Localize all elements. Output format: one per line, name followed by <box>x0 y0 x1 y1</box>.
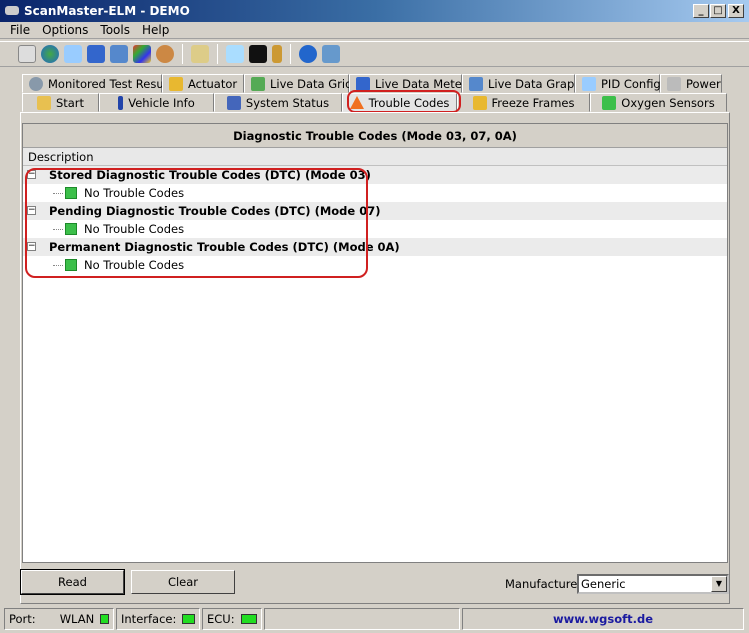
read-button[interactable]: Read <box>20 569 125 595</box>
graph-icon <box>469 76 483 91</box>
menu-tools[interactable]: Tools <box>94 22 136 38</box>
clear-button[interactable]: Clear <box>131 570 235 594</box>
manufacturer-label: Manufacturer <box>505 577 583 591</box>
tab-vehicle-info[interactable]: Vehicle Info <box>99 93 214 112</box>
highlight-annotation <box>25 168 368 278</box>
meter-icon <box>356 76 370 91</box>
close-button[interactable]: X <box>728 4 744 18</box>
sensor-icon <box>602 95 617 110</box>
status-bar: Port: WLAN Interface: ECU: www.wgsoft.de <box>4 608 746 630</box>
menu-options[interactable]: Options <box>36 22 94 38</box>
pid-config-icon <box>582 76 596 91</box>
window-title: ScanMaster-ELM - DEMO <box>24 4 190 18</box>
info-icon <box>118 95 124 110</box>
separator <box>182 44 183 64</box>
minimize-button[interactable]: _ <box>693 4 709 18</box>
tab-monitored-test-results[interactable]: Monitored Test Results <box>22 74 177 93</box>
maximize-button[interactable]: □ <box>710 4 726 18</box>
grid-icon <box>251 76 265 91</box>
title-bar: ScanMaster-ELM - DEMO <box>0 0 749 22</box>
actuator-icon <box>169 76 183 91</box>
website-link[interactable]: www.wgsoft.de <box>462 608 744 630</box>
tab-actuator[interactable]: Actuator <box>162 74 244 93</box>
tab-oxygen-sensors[interactable]: Oxygen Sensors <box>590 93 727 112</box>
ecu-led <box>240 614 257 624</box>
status-interface: Interface: <box>116 608 200 630</box>
chip-icon <box>667 76 681 91</box>
windows-flag-icon[interactable] <box>133 45 151 63</box>
world-icon[interactable] <box>41 45 59 63</box>
status-port: Port: WLAN <box>4 608 114 630</box>
tab-highlight-annotation <box>347 90 461 113</box>
menu-bar: File Options Tools Help <box>0 22 749 39</box>
search-window-icon[interactable] <box>226 45 244 63</box>
menu-help[interactable]: Help <box>136 22 175 38</box>
person-icon[interactable] <box>156 45 174 63</box>
separator <box>217 44 218 64</box>
port-led <box>100 614 109 624</box>
tab-system-status[interactable]: System Status <box>214 93 342 112</box>
checklist-icon <box>226 95 241 110</box>
interface-led <box>182 614 195 624</box>
tab-live-data-graph[interactable]: Live Data Graph <box>462 74 582 93</box>
freeze-frame-icon <box>472 95 487 110</box>
app-icon <box>5 6 19 15</box>
graph-icon[interactable] <box>110 45 128 63</box>
separator <box>290 44 291 64</box>
exit-icon[interactable] <box>322 45 340 63</box>
dropdown-arrow-icon[interactable]: ▼ <box>711 576 727 592</box>
clipboard-icon[interactable] <box>191 45 209 63</box>
toolbar <box>0 41 749 67</box>
tab-pid-config[interactable]: PID Config <box>575 74 661 93</box>
info-icon[interactable] <box>299 45 317 63</box>
pid-doc-icon[interactable] <box>64 45 82 63</box>
tab-live-data-grid[interactable]: Live Data Grid <box>244 74 352 93</box>
panel-title: Diagnostic Trouble Codes (Mode 03, 07, 0… <box>23 124 727 148</box>
column-header-description[interactable]: Description <box>23 148 727 166</box>
status-empty <box>264 608 460 630</box>
grid-icon[interactable] <box>87 45 105 63</box>
status-ecu: ECU: <box>202 608 262 630</box>
gear-icon <box>29 76 43 91</box>
home-icon <box>36 95 51 110</box>
manufacturer-select[interactable]: Generic ▼ <box>577 574 729 594</box>
tab-freeze-frames[interactable]: Freeze Frames <box>457 93 590 112</box>
menu-file[interactable]: File <box>4 22 36 38</box>
connect-icon[interactable] <box>18 45 36 63</box>
tab-start[interactable]: Start <box>22 93 99 112</box>
battery-icon[interactable] <box>272 45 282 63</box>
terminal-icon[interactable] <box>249 45 267 63</box>
tab-power[interactable]: Power <box>660 74 722 93</box>
